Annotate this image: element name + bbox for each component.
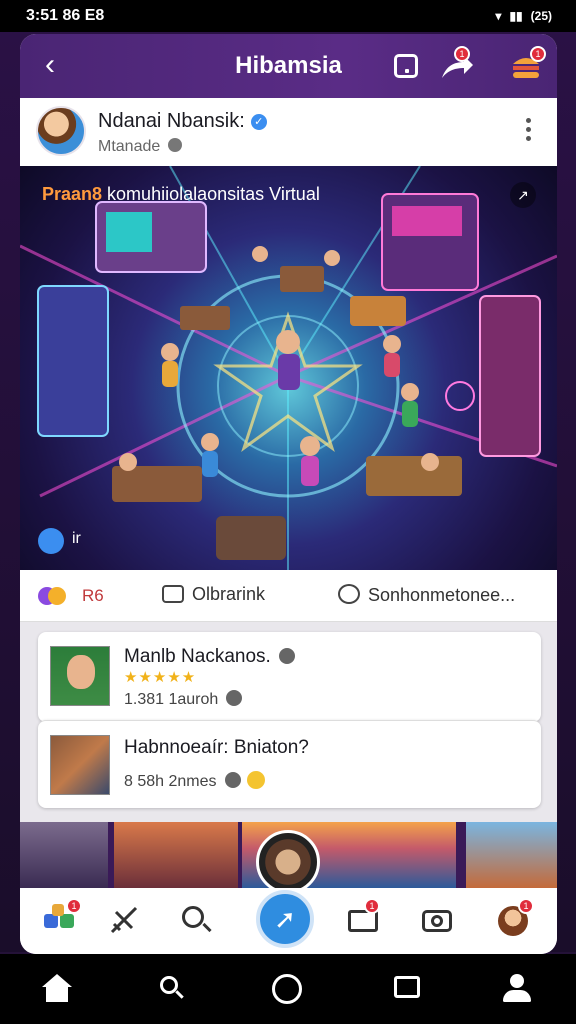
card-title: Manlb Nackanos. <box>124 646 271 667</box>
story-item[interactable] <box>466 822 557 888</box>
author-name[interactable]: Ndanai Nbansik: <box>98 110 245 132</box>
card-meta-row: 8 58h 2nmes <box>124 771 265 791</box>
story-avatar[interactable] <box>256 830 320 894</box>
status-bar: 3:51 86 E8 ▾ ▮▮ (25) <box>0 0 576 32</box>
author-avatar[interactable] <box>36 106 86 156</box>
system-nav-bar <box>0 954 576 1024</box>
feed-card[interactable]: Manlb Nackanos. ★★★★★ 1.381 1auroh <box>38 632 541 722</box>
tab-home[interactable]: 1 <box>42 898 82 938</box>
circle-icon <box>272 974 302 1004</box>
nav-chat-button[interactable] <box>390 972 424 1006</box>
tab-profile[interactable]: 1 <box>496 898 534 938</box>
compass-icon <box>110 906 138 934</box>
person-shoulders <box>503 990 531 1002</box>
chat-icon <box>394 976 420 998</box>
card-meta-row: 1.381 1auroh <box>124 690 243 709</box>
globe-icon <box>168 138 183 152</box>
feed-card[interactable]: Habnnoeaír: Bniaton? 8 58h 2nmes <box>38 720 541 808</box>
camera-lens <box>431 915 443 927</box>
share-button[interactable]: Sonhonmetonee... <box>338 584 515 606</box>
share-icon[interactable]: 1 <box>440 46 473 82</box>
nav-search-button[interactable] <box>156 972 190 1006</box>
reaction-count[interactable]: R6 <box>82 586 104 606</box>
status-time: 3:51 86 E8 <box>26 7 105 24</box>
tab-explore[interactable] <box>106 902 142 938</box>
info-icon <box>224 772 241 788</box>
battery-label: (25) <box>530 9 552 23</box>
card-meta: 8 58h 2nmes <box>124 773 217 790</box>
app-window: ‹ Hibamsia 1 1 Ndanai Nbansik: ✓ Mtanade <box>20 34 557 954</box>
reactions-bar: R6 Olbrarink Sonhonmetonee... <box>20 570 557 622</box>
nav-assistant-button[interactable] <box>270 972 304 1006</box>
like-reaction-icon <box>48 587 66 605</box>
story-item[interactable] <box>114 822 238 888</box>
post-image[interactable]: Praan8 komuhiiolalaonsitas Virtual ↗ ir <box>20 166 557 570</box>
search-icon <box>182 906 204 928</box>
feed-area: Manlb Nackanos. ★★★★★ 1.381 1auroh Habnn… <box>20 622 557 822</box>
comment-label: Olbrarink <box>192 584 266 604</box>
post-illustration <box>20 166 557 570</box>
author-name-row[interactable]: Ndanai Nbansik: ✓ <box>98 110 267 133</box>
app-title: Hibamsia <box>235 52 342 79</box>
image-caption-highlight: Praan8 <box>42 184 103 204</box>
square-icon[interactable] <box>394 54 418 78</box>
search-handle <box>175 990 184 999</box>
status-icons: ▾ ▮▮ (25) <box>495 9 552 23</box>
comment-button[interactable]: Olbrarink <box>162 584 265 605</box>
card-thumbnail <box>50 735 110 795</box>
post-header: Ndanai Nbansik: ✓ Mtanade <box>20 98 557 166</box>
card-thumbnail <box>50 646 110 706</box>
overlay-label: ir <box>72 530 81 547</box>
home-icon <box>44 914 58 928</box>
house-base <box>46 986 68 1002</box>
home-badge: 1 <box>66 898 82 914</box>
menu-badge: 1 <box>530 46 546 62</box>
info-icon <box>278 648 295 664</box>
tab-search[interactable] <box>178 902 214 938</box>
wifi-icon: ▾ <box>495 9 502 23</box>
profile-badge: 1 <box>518 898 534 914</box>
expand-icon[interactable]: ↗ <box>510 182 536 208</box>
nav-home-button[interactable] <box>40 972 74 1006</box>
image-caption: Praan8 komuhiiolalaonsitas Virtual <box>42 184 320 205</box>
home-icon-part <box>60 914 74 928</box>
story-item[interactable] <box>20 822 108 888</box>
crown-icon[interactable] <box>38 528 64 554</box>
info-icon <box>226 690 243 706</box>
mail-badge: 1 <box>364 898 380 914</box>
card-rating: ★★★★★ <box>124 669 197 686</box>
nav-profile-button[interactable] <box>500 972 534 1006</box>
author-subtitle-row: Mtanade <box>98 138 183 156</box>
card-title: Habnnoeaír: Bniaton? <box>124 737 309 758</box>
signal-icon: ▮▮ <box>509 9 523 23</box>
comment-icon <box>162 585 184 603</box>
share-action-icon <box>338 584 360 604</box>
burger-icon[interactable]: 1 <box>510 46 546 82</box>
card-meta: 1.381 1auroh <box>124 691 219 708</box>
reaction-icons[interactable] <box>38 587 66 610</box>
tab-messages[interactable]: 1 <box>346 898 382 938</box>
card-title-row: Manlb Nackanos. <box>124 646 295 668</box>
verified-icon: ✓ <box>250 114 267 130</box>
edit-icon[interactable]: ➚ <box>256 890 314 948</box>
more-icon[interactable] <box>520 116 536 146</box>
share-badge: 1 <box>454 46 470 62</box>
home-icon-part <box>52 904 64 916</box>
emoji-icon <box>246 771 265 789</box>
app-header: ‹ Hibamsia 1 1 <box>20 34 557 98</box>
search-handle <box>202 922 212 933</box>
tab-camera[interactable] <box>420 902 456 938</box>
person-icon <box>510 974 524 988</box>
share-label: Sonhonmetonee... <box>368 585 516 605</box>
author-subtitle: Mtanade <box>98 138 161 155</box>
image-caption-rest: komuhiiolalaonsitas Virtual <box>102 184 320 204</box>
